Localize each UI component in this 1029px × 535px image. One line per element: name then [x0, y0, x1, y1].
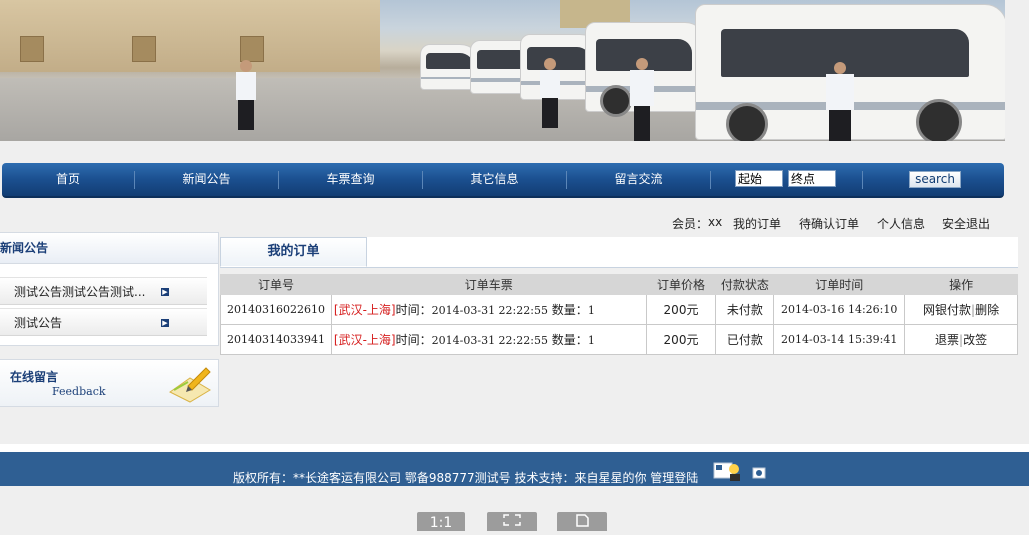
order-id: 20140316022610 — [220, 294, 332, 325]
order-ticket: [武汉-上海]时间：2014-03-31 22:22:55 数量：1 — [330, 294, 647, 325]
reschedule-link[interactable]: 改签 — [963, 333, 987, 347]
link-pending-orders[interactable]: 待确认订单 — [799, 215, 859, 232]
route-link[interactable]: [武汉-上海] — [334, 303, 396, 317]
pay-online-link[interactable]: 网银付款 — [923, 303, 971, 317]
news-item[interactable]: 测试公告测试公告测试... ▶ — [0, 277, 207, 305]
nav-ticket-search[interactable]: 车票查询 — [279, 163, 422, 196]
col-order-time: 订单时间 — [773, 274, 906, 295]
quantity: 1 — [587, 334, 595, 347]
building — [0, 0, 380, 72]
link-my-orders[interactable]: 我的订单 — [733, 215, 781, 232]
order-ticket: [武汉-上海]时间：2014-03-31 22:22:55 数量：1 — [330, 324, 647, 355]
member-label: 会员： — [672, 217, 709, 231]
person — [540, 58, 560, 128]
qty-label: 数量： — [551, 333, 588, 347]
quantity: 1 — [587, 304, 595, 317]
qty-label: 数量： — [551, 303, 588, 317]
nav-separator — [862, 171, 863, 189]
person — [630, 58, 654, 141]
feedback-subtitle: Feedback — [52, 385, 106, 398]
news-item-label: 测试公告 — [14, 316, 63, 330]
payment-status: 已付款 — [715, 324, 775, 355]
col-actions: 操作 — [904, 274, 1018, 295]
footer: 版权所有：**长途客运有限公司 鄂备988777测试号 技术支持：来自星星的你 … — [0, 452, 1029, 486]
nav-home[interactable]: 首页 — [2, 163, 134, 196]
delete-link[interactable]: 删除 — [975, 303, 999, 317]
col-price: 订单价格 — [645, 274, 717, 295]
orders-table: 订单号 订单车票 订单价格 付款状态 订单时间 操作 2014031602261… — [220, 274, 1018, 355]
table-header-row: 订单号 订单车票 订单价格 付款状态 订单时间 操作 — [220, 274, 1018, 295]
member-name: xx — [708, 215, 723, 229]
arrow-right-icon: ▶ — [161, 319, 169, 327]
footer-divider — [0, 444, 1029, 452]
link-profile[interactable]: 个人信息 — [877, 215, 925, 232]
news-panel-title: 新闻公告 — [0, 233, 218, 264]
rotate-button[interactable] — [557, 512, 607, 531]
col-payment-status: 付款状态 — [715, 274, 775, 295]
feedback-pen-icon — [169, 367, 211, 403]
arrow-right-icon: ▶ — [161, 288, 169, 296]
tab-my-orders[interactable]: 我的订单 — [220, 237, 367, 267]
nav-separator — [710, 171, 711, 189]
depart-time: 2014-03-31 22:22:55 — [431, 304, 548, 317]
payment-status: 未付款 — [715, 294, 775, 325]
route-link[interactable]: [武汉-上海] — [334, 333, 396, 347]
order-time: 2014-03-14 15:39:41 — [773, 324, 906, 355]
order-price: 200元 — [645, 324, 717, 355]
time-label: 时间： — [395, 303, 432, 317]
time-label: 时间： — [395, 333, 432, 347]
order-actions: 网银付款|删除 — [904, 294, 1018, 325]
news-item-label: 测试公告测试公告测试... — [14, 285, 146, 299]
person — [236, 60, 256, 130]
nav-messages[interactable]: 留言交流 — [567, 163, 710, 196]
depart-time: 2014-03-31 22:22:55 — [431, 334, 548, 347]
table-row: 20140314033941 [武汉-上海]时间：2014-03-31 22:2… — [220, 324, 1018, 355]
link-logout[interactable]: 安全退出 — [942, 215, 990, 232]
col-order-id: 订单号 — [220, 274, 332, 295]
search-button[interactable]: search — [909, 171, 961, 188]
refund-link[interactable]: 退票 — [935, 333, 959, 347]
header-banner-image — [0, 0, 1005, 141]
feedback-title: 在线留言 — [10, 370, 59, 384]
table-row: 20140316022610 [武汉-上海]时间：2014-03-31 22:2… — [220, 294, 1018, 325]
orders-tab-bar: 我的订单 — [220, 237, 1018, 268]
news-item[interactable]: 测试公告 ▶ — [0, 308, 207, 336]
online-feedback-link[interactable]: 在线留言 Feedback — [0, 359, 219, 407]
fit-screen-icon — [503, 514, 521, 526]
order-price: 200元 — [645, 294, 717, 325]
nav-news[interactable]: 新闻公告 — [135, 163, 278, 196]
fit-screen-button[interactable] — [487, 512, 537, 531]
rotate-icon — [576, 514, 589, 527]
end-station-input[interactable] — [788, 170, 836, 187]
admin-login-icon[interactable] — [712, 460, 742, 482]
start-station-input[interactable] — [735, 170, 783, 187]
stats-icon[interactable] — [752, 466, 768, 480]
person — [826, 62, 854, 141]
footer-copyright: 版权所有：**长途客运有限公司 鄂备988777测试号 技术支持：来自星星的你 … — [233, 471, 699, 485]
order-actions: 退票|改签 — [904, 324, 1018, 355]
nav-other-info[interactable]: 其它信息 — [423, 163, 566, 196]
col-ticket: 订单车票 — [330, 274, 647, 295]
main-nav: 首页 新闻公告 车票查询 其它信息 留言交流 search — [2, 163, 1004, 198]
order-id: 20140314033941 — [220, 324, 332, 355]
zoom-reset-button[interactable]: 1:1 — [417, 512, 465, 531]
order-time: 2014-03-16 14:26:10 — [773, 294, 906, 325]
